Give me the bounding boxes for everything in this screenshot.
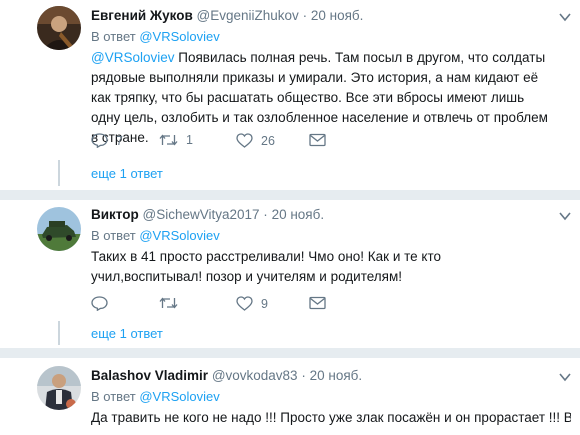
- reply-icon: [91, 296, 108, 311]
- tweet-2[interactable]: Виктор @SichewVitya2017 · 20 нояб. В отв…: [0, 200, 580, 348]
- timestamp[interactable]: 20 нояб.: [310, 368, 363, 383]
- like-icon: [236, 296, 253, 311]
- reply-context: В ответ @VRSoloviev: [91, 228, 220, 243]
- author-handle[interactable]: @vovkodav83: [212, 368, 298, 383]
- reply-user-link[interactable]: @VRSoloviev: [139, 29, 219, 44]
- tweet-3[interactable]: Balashov Vladimir @vovkodav83 · 20 нояб.…: [0, 358, 580, 435]
- dm-icon: [309, 133, 326, 147]
- chevron-down-icon[interactable]: [559, 211, 571, 221]
- mention-link[interactable]: @VRSoloviev: [91, 50, 175, 65]
- more-replies-link[interactable]: еще 1 ответ: [91, 326, 163, 341]
- tweet-text: Да травить не кого не надо !!! Просто уж…: [91, 410, 571, 425]
- author-name[interactable]: Виктор: [91, 207, 139, 222]
- more-replies-link[interactable]: еще 1 ответ: [91, 166, 163, 181]
- reply-icon: [91, 133, 108, 148]
- tweet-divider: [0, 190, 580, 200]
- reply-context: В ответ @VRSoloviev: [91, 29, 220, 44]
- avatar[interactable]: [37, 6, 81, 50]
- retweet-count: 1: [186, 133, 193, 147]
- separator-dot: ·: [301, 368, 306, 383]
- tweet-1[interactable]: Евгений Жуков @EvgeniiZhukov · 20 нояб. …: [0, 0, 580, 190]
- timestamp[interactable]: 20 нояб.: [311, 8, 364, 23]
- tweet-header: Balashov Vladimir @vovkodav83 · 20 нояб.: [91, 368, 362, 383]
- reply-user-link[interactable]: @VRSoloviev: [139, 389, 219, 404]
- like-icon: [236, 133, 253, 148]
- retweet-icon: [159, 297, 178, 309]
- chevron-down-icon[interactable]: [559, 12, 571, 22]
- reply-prefix: В ответ: [91, 29, 136, 44]
- reply-button[interactable]: 7: [91, 133, 123, 148]
- author-name[interactable]: Balashov Vladimir: [91, 368, 208, 383]
- like-button[interactable]: 9: [236, 296, 268, 311]
- avatar[interactable]: [37, 366, 81, 410]
- chevron-down-icon[interactable]: [559, 372, 571, 382]
- retweet-icon: [159, 134, 178, 146]
- tweet-header: Евгений Жуков @EvgeniiZhukov · 20 нояб.: [91, 8, 363, 23]
- timestamp[interactable]: 20 нояб.: [272, 207, 325, 222]
- like-button[interactable]: 26: [236, 133, 275, 148]
- retweet-button[interactable]: [159, 296, 186, 310]
- avatar[interactable]: [37, 207, 81, 251]
- tweet-text: Таких в 41 просто расстреливали! Чмо оно…: [91, 249, 442, 284]
- dm-button[interactable]: [309, 296, 326, 310]
- dm-icon: [309, 296, 326, 310]
- author-handle[interactable]: @SichewVitya2017: [143, 207, 260, 222]
- thread-line: [58, 160, 60, 186]
- like-count: 26: [261, 133, 275, 148]
- thread-line: [58, 321, 60, 345]
- dm-button[interactable]: [309, 133, 326, 147]
- separator-dot: ·: [263, 207, 268, 222]
- reply-prefix: В ответ: [91, 228, 136, 243]
- author-handle[interactable]: @EvgeniiZhukov: [197, 8, 299, 23]
- tweet-header: Виктор @SichewVitya2017 · 20 нояб.: [91, 207, 324, 222]
- tweet-divider: [0, 348, 580, 358]
- like-count: 9: [261, 296, 268, 311]
- separator-dot: ·: [302, 8, 308, 23]
- reply-context: В ответ @VRSoloviev: [91, 389, 220, 404]
- author-name[interactable]: Евгений Жуков: [91, 8, 193, 23]
- reply-count: 7: [116, 133, 123, 148]
- reply-button[interactable]: [91, 296, 116, 311]
- reply-user-link[interactable]: @VRSoloviev: [139, 228, 219, 243]
- reply-prefix: В ответ: [91, 389, 136, 404]
- retweet-button[interactable]: 1: [159, 133, 193, 147]
